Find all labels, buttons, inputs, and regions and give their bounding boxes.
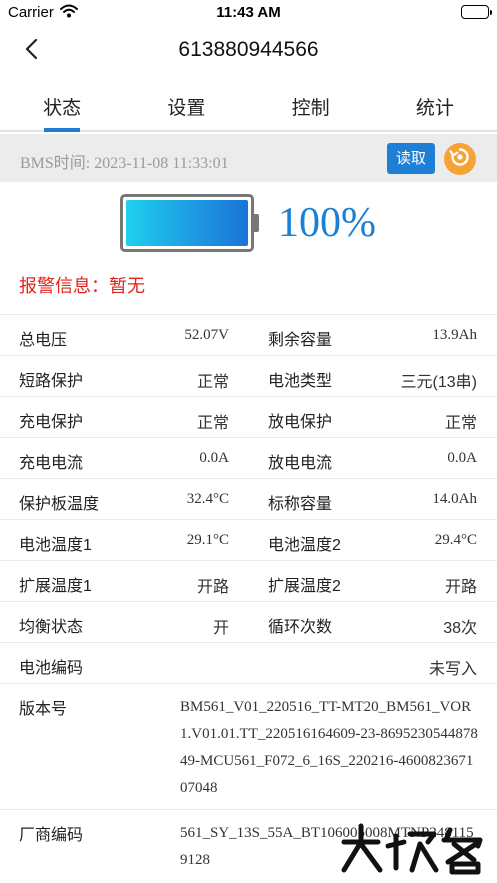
battery-percent: 100% xyxy=(278,200,376,246)
tab-control[interactable]: 控制 xyxy=(249,80,373,130)
row-value: 13.9Ah xyxy=(432,327,477,343)
row-label: 充电保护 xyxy=(19,414,84,431)
row-label: 电池温度2 xyxy=(268,537,341,554)
bms-time: BMS时间: 2023-11-08 11:33:01 xyxy=(20,155,229,172)
read-button[interactable]: 读取 xyxy=(387,143,435,174)
row-value: 0.0A xyxy=(199,450,229,466)
row-value: 52.07V xyxy=(184,327,229,343)
row-label: 充电电流 xyxy=(19,455,84,472)
row-value: 14.0Ah xyxy=(432,491,477,507)
row-value: 开路 xyxy=(196,579,229,596)
row-value: 正常 xyxy=(444,415,477,432)
row-value: 29.4°C xyxy=(434,532,477,548)
clock: 11:43 AM xyxy=(216,4,281,21)
table-row: 均衡状态 开 循环次数 38次 xyxy=(0,601,497,642)
battery-code-label: 电池编码 xyxy=(19,660,84,677)
row-value: 正常 xyxy=(196,374,229,391)
data-grid: 总电压 52.07V 剩余容量 13.9Ah 短路保护 正常 电池类型 三元(1… xyxy=(0,314,497,879)
row-value: 0.0A xyxy=(447,450,477,466)
battery-fill xyxy=(126,200,248,246)
row-label: 总电压 xyxy=(19,332,68,349)
row-value: 29.1°C xyxy=(186,532,229,548)
table-row: 短路保护 正常 电池类型 三元(13串) xyxy=(0,355,497,396)
refresh-button[interactable] xyxy=(444,143,476,175)
table-row: 扩展温度1 开路 扩展温度2 开路 xyxy=(0,560,497,601)
row-label: 均衡状态 xyxy=(19,619,84,636)
vendor-label: 厂商编码 xyxy=(19,827,84,844)
row-label: 电池温度1 xyxy=(19,537,92,554)
status-battery-icon xyxy=(461,5,492,19)
row-value: 32.4°C xyxy=(186,491,229,507)
table-row: 电池温度1 29.1°C 电池温度2 29.4°C xyxy=(0,519,497,560)
refresh-icon xyxy=(449,146,471,173)
row-label: 剩余容量 xyxy=(268,332,333,349)
row-label: 电池类型 xyxy=(268,373,333,390)
version-row: 版本号 BM561_V01_220516_TT-MT20_BM561_VOR1.… xyxy=(0,683,497,809)
nav-bar: 613880944566 xyxy=(0,26,497,76)
tab-bar: 状态 设置 控制 统计 xyxy=(0,80,497,132)
page-title: 613880944566 xyxy=(178,38,319,61)
row-label: 放电保护 xyxy=(268,414,333,431)
table-row: 电池编码 未写入 xyxy=(0,642,497,683)
row-label: 扩展温度1 xyxy=(19,578,92,595)
battery-level-icon xyxy=(120,194,259,252)
alarm-info: 报警信息：暂无 xyxy=(19,276,145,296)
tab-status[interactable]: 状态 xyxy=(0,80,124,132)
table-row: 充电电流 0.0A 放电电流 0.0A xyxy=(0,437,497,478)
row-value: 38次 xyxy=(443,620,477,637)
table-row: 总电压 52.07V 剩余容量 13.9Ah xyxy=(0,314,497,355)
row-label: 循环次数 xyxy=(268,619,333,636)
battery-code-value: 未写入 xyxy=(428,661,477,678)
row-value: 正常 xyxy=(196,415,229,432)
row-label: 保护板温度 xyxy=(19,496,100,513)
row-label: 放电电流 xyxy=(268,455,333,472)
row-value: 开 xyxy=(212,620,229,637)
row-value: 三元(13串) xyxy=(400,374,477,391)
table-row: 充电保护 正常 放电保护 正常 xyxy=(0,396,497,437)
tab-statistics[interactable]: 统计 xyxy=(373,80,497,130)
version-label: 版本号 xyxy=(19,701,68,718)
version-value: BM561_V01_220516_TT-MT20_BM561_VOR1.V01.… xyxy=(180,699,478,796)
tab-settings[interactable]: 设置 xyxy=(124,80,248,130)
bms-time-row: BMS时间: 2023-11-08 11:33:01 读取 xyxy=(0,134,497,182)
watermark-logo xyxy=(338,820,488,876)
table-row: 保护板温度 32.4°C 标称容量 14.0Ah xyxy=(0,478,497,519)
status-bar: Carrier 11:43 AM xyxy=(0,0,497,26)
row-value: 开路 xyxy=(444,579,477,596)
row-label: 标称容量 xyxy=(268,496,333,513)
row-label: 扩展温度2 xyxy=(268,578,341,595)
row-label: 短路保护 xyxy=(19,373,84,390)
